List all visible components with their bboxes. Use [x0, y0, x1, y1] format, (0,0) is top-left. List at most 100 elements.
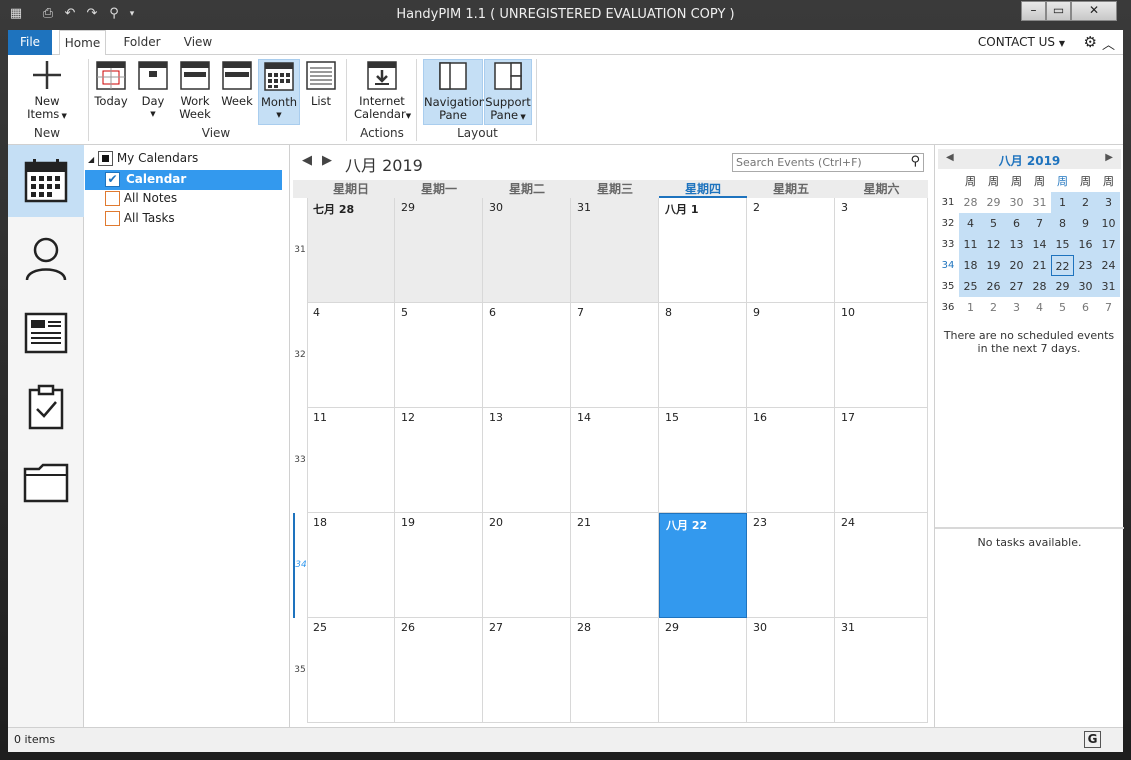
mini-day[interactable]: 23 [1074, 255, 1097, 276]
day-cell[interactable]: 28 [571, 618, 659, 723]
day-cell[interactable]: 25 [307, 618, 395, 723]
search-input[interactable] [733, 154, 901, 170]
day-cell[interactable]: 八月 22 [659, 513, 747, 618]
contact-us-menu[interactable]: CONTACT US ▼ [978, 35, 1065, 49]
list-button[interactable]: List [304, 59, 338, 108]
tab-folder[interactable]: Folder [118, 30, 166, 55]
week-button[interactable]: Week [220, 59, 254, 108]
mini-day[interactable]: 17 [1097, 234, 1120, 255]
mini-day[interactable]: 15 [1051, 234, 1074, 255]
today-button[interactable]: Today [94, 59, 128, 108]
mini-day[interactable]: 25 [959, 276, 982, 297]
day-button[interactable]: Day ▼ [136, 59, 170, 121]
mini-next-icon[interactable]: ▶ [1105, 152, 1113, 163]
mini-day[interactable]: 1 [1051, 192, 1074, 213]
day-cell[interactable]: 31 [835, 618, 928, 723]
close-button[interactable]: ✕ [1071, 1, 1117, 21]
mini-day[interactable]: 29 [1051, 276, 1074, 297]
maximize-button[interactable]: ▭ [1046, 1, 1071, 21]
minimize-button[interactable]: – [1021, 1, 1046, 21]
mini-day[interactable]: 6 [1074, 297, 1097, 318]
prev-month-icon[interactable]: ◀ [302, 153, 312, 168]
checkbox-unchecked[interactable] [105, 191, 120, 206]
month-button[interactable]: Month ▼ [258, 59, 300, 125]
day-cell[interactable]: 26 [395, 618, 483, 723]
mini-day[interactable]: 10 [1097, 213, 1120, 234]
mini-day[interactable]: 6 [1005, 213, 1028, 234]
mini-day[interactable]: 16 [1074, 234, 1097, 255]
collapse-ribbon-icon[interactable]: ︿ [1102, 34, 1115, 53]
contacts-module-button[interactable] [8, 223, 84, 295]
tasks-module-button[interactable] [8, 371, 84, 443]
mini-day[interactable]: 5 [982, 213, 1005, 234]
day-cell[interactable]: 2 [747, 198, 835, 303]
mini-day[interactable]: 13 [1005, 234, 1028, 255]
mini-day[interactable]: 4 [1028, 297, 1051, 318]
folders-module-button[interactable] [8, 447, 84, 519]
day-cell[interactable]: 七月 28 [307, 198, 395, 303]
day-cell[interactable]: 23 [747, 513, 835, 618]
day-cell[interactable]: 5 [395, 303, 483, 408]
day-cell[interactable]: 30 [483, 198, 571, 303]
day-cell[interactable]: 6 [483, 303, 571, 408]
mini-day[interactable]: 26 [982, 276, 1005, 297]
day-cell[interactable]: 18 [307, 513, 395, 618]
support-pane-button[interactable]: Support Pane ▼ [484, 59, 532, 125]
calendar-module-button[interactable] [8, 145, 84, 217]
mini-day[interactable]: 18 [959, 255, 982, 276]
day-cell[interactable]: 17 [835, 408, 928, 513]
next-month-icon[interactable]: ▶ [322, 153, 332, 168]
mini-day[interactable]: 31 [1097, 276, 1120, 297]
day-cell[interactable]: 12 [395, 408, 483, 513]
mini-day[interactable]: 28 [1028, 276, 1051, 297]
day-cell[interactable]: 7 [571, 303, 659, 408]
mini-day[interactable]: 30 [1005, 192, 1028, 213]
mini-day[interactable]: 12 [982, 234, 1005, 255]
mini-day[interactable]: 30 [1074, 276, 1097, 297]
day-cell[interactable]: 八月 1 [659, 198, 747, 303]
day-cell[interactable]: 31 [571, 198, 659, 303]
checkbox-unchecked[interactable] [105, 211, 120, 226]
week-number[interactable]: 31 [293, 198, 307, 303]
mini-day[interactable]: 28 [959, 192, 982, 213]
mini-day[interactable]: 11 [959, 234, 982, 255]
mini-day[interactable]: 21 [1028, 255, 1051, 276]
day-cell[interactable]: 16 [747, 408, 835, 513]
day-cell[interactable]: 29 [395, 198, 483, 303]
week-number[interactable]: 35 [293, 618, 307, 723]
internet-calendar-button[interactable]: Internet Calendar▼ [354, 59, 411, 123]
mini-day[interactable]: 14 [1028, 234, 1051, 255]
pane-divider[interactable] [935, 527, 1124, 529]
mini-day[interactable]: 22 [1051, 255, 1074, 276]
checkbox-partial[interactable] [97, 151, 113, 166]
day-cell[interactable]: 30 [747, 618, 835, 723]
mini-day[interactable]: 8 [1051, 213, 1074, 234]
tab-home[interactable]: Home [59, 30, 106, 56]
week-number[interactable]: 32 [293, 303, 307, 408]
search-events-box[interactable]: ⚲ [732, 153, 924, 172]
mini-day[interactable]: 4 [959, 213, 982, 234]
mini-day[interactable]: 3 [1097, 192, 1120, 213]
mini-day[interactable]: 9 [1074, 213, 1097, 234]
mini-day[interactable]: 3 [1005, 297, 1028, 318]
tree-root-my-calendars[interactable]: ◢ My Calendars [88, 151, 198, 166]
mini-day[interactable]: 20 [1005, 255, 1028, 276]
mini-day[interactable]: 7 [1028, 213, 1051, 234]
mini-day[interactable]: 19 [982, 255, 1005, 276]
mini-day[interactable]: 27 [1005, 276, 1028, 297]
week-number[interactable]: 34 [293, 513, 307, 618]
day-cell[interactable]: 14 [571, 408, 659, 513]
mini-day[interactable]: 5 [1051, 297, 1074, 318]
day-cell[interactable]: 24 [835, 513, 928, 618]
mini-day[interactable]: 7 [1097, 297, 1120, 318]
day-cell[interactable]: 4 [307, 303, 395, 408]
g-logo-icon[interactable]: G [1084, 731, 1101, 748]
tab-file[interactable]: File [8, 30, 52, 55]
day-cell[interactable]: 21 [571, 513, 659, 618]
tree-item-all-tasks[interactable]: All Tasks [105, 211, 175, 226]
mini-day[interactable]: 31 [1028, 192, 1051, 213]
day-cell[interactable]: 13 [483, 408, 571, 513]
day-cell[interactable]: 8 [659, 303, 747, 408]
new-items-button[interactable]: New Items ▼ [22, 59, 72, 123]
mini-day[interactable]: 24 [1097, 255, 1120, 276]
